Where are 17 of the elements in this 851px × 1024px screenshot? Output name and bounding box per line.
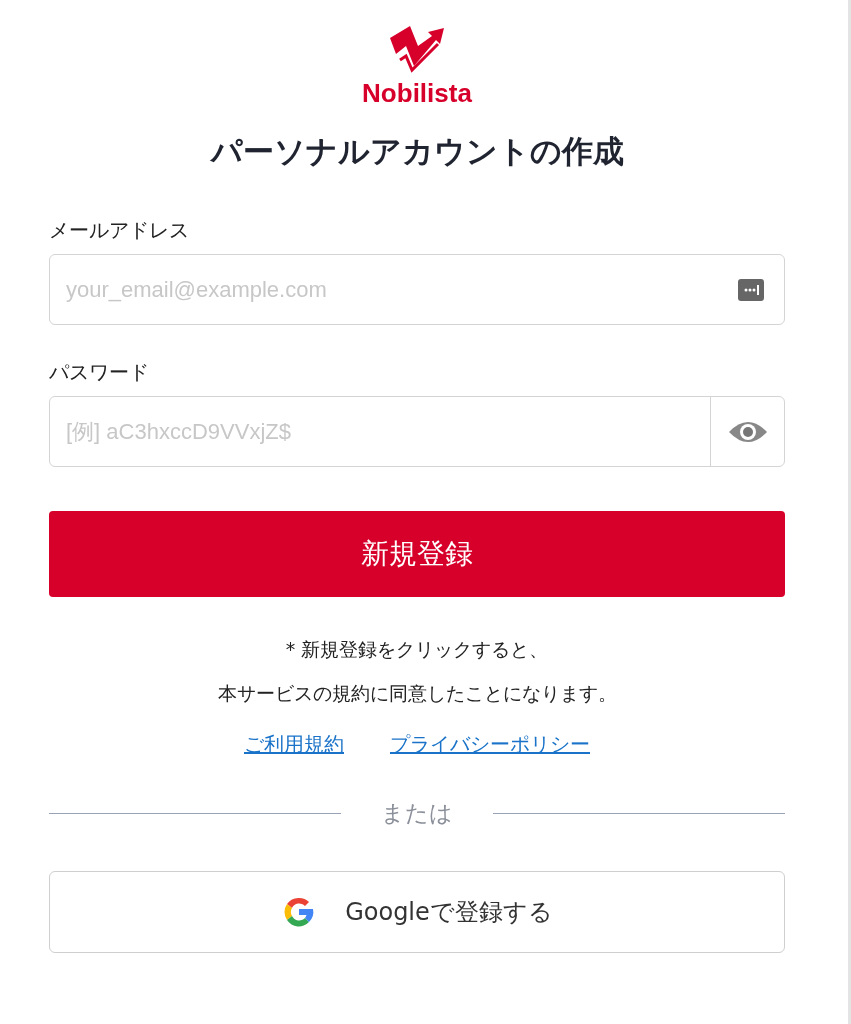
password-input[interactable]: [例] aC3hxccD9VVxjZ$ — [50, 418, 710, 445]
field-label: メールアドレス — [49, 217, 190, 244]
password-field[interactable]: [例] aC3hxccD9VVxjZ$ — [49, 396, 785, 467]
register-button[interactable]: 新規登録 — [49, 511, 785, 597]
divider-text: または — [381, 799, 453, 828]
page-title: パーソナルアカウントの作成 — [209, 132, 625, 171]
privacy-link[interactable]: プライバシーポリシー — [390, 731, 590, 758]
google-signup-button[interactable]: Googleで登録する — [49, 871, 785, 953]
notice-text: * 新規登録をクリックすると、 — [284, 637, 550, 662]
logo-text: Nobilista — [362, 78, 472, 109]
notice-text: 本サービスの規約に同意したことになります。 — [216, 681, 618, 706]
email-input[interactable]: your_email@example.com — [50, 276, 738, 303]
autofill-icon[interactable] — [738, 278, 764, 301]
logo-icon — [388, 24, 446, 76]
email-field[interactable]: your_email@example.com — [49, 254, 785, 325]
terms-link[interactable]: ご利用規約 — [244, 731, 344, 758]
field-label: パスワード — [49, 359, 150, 386]
